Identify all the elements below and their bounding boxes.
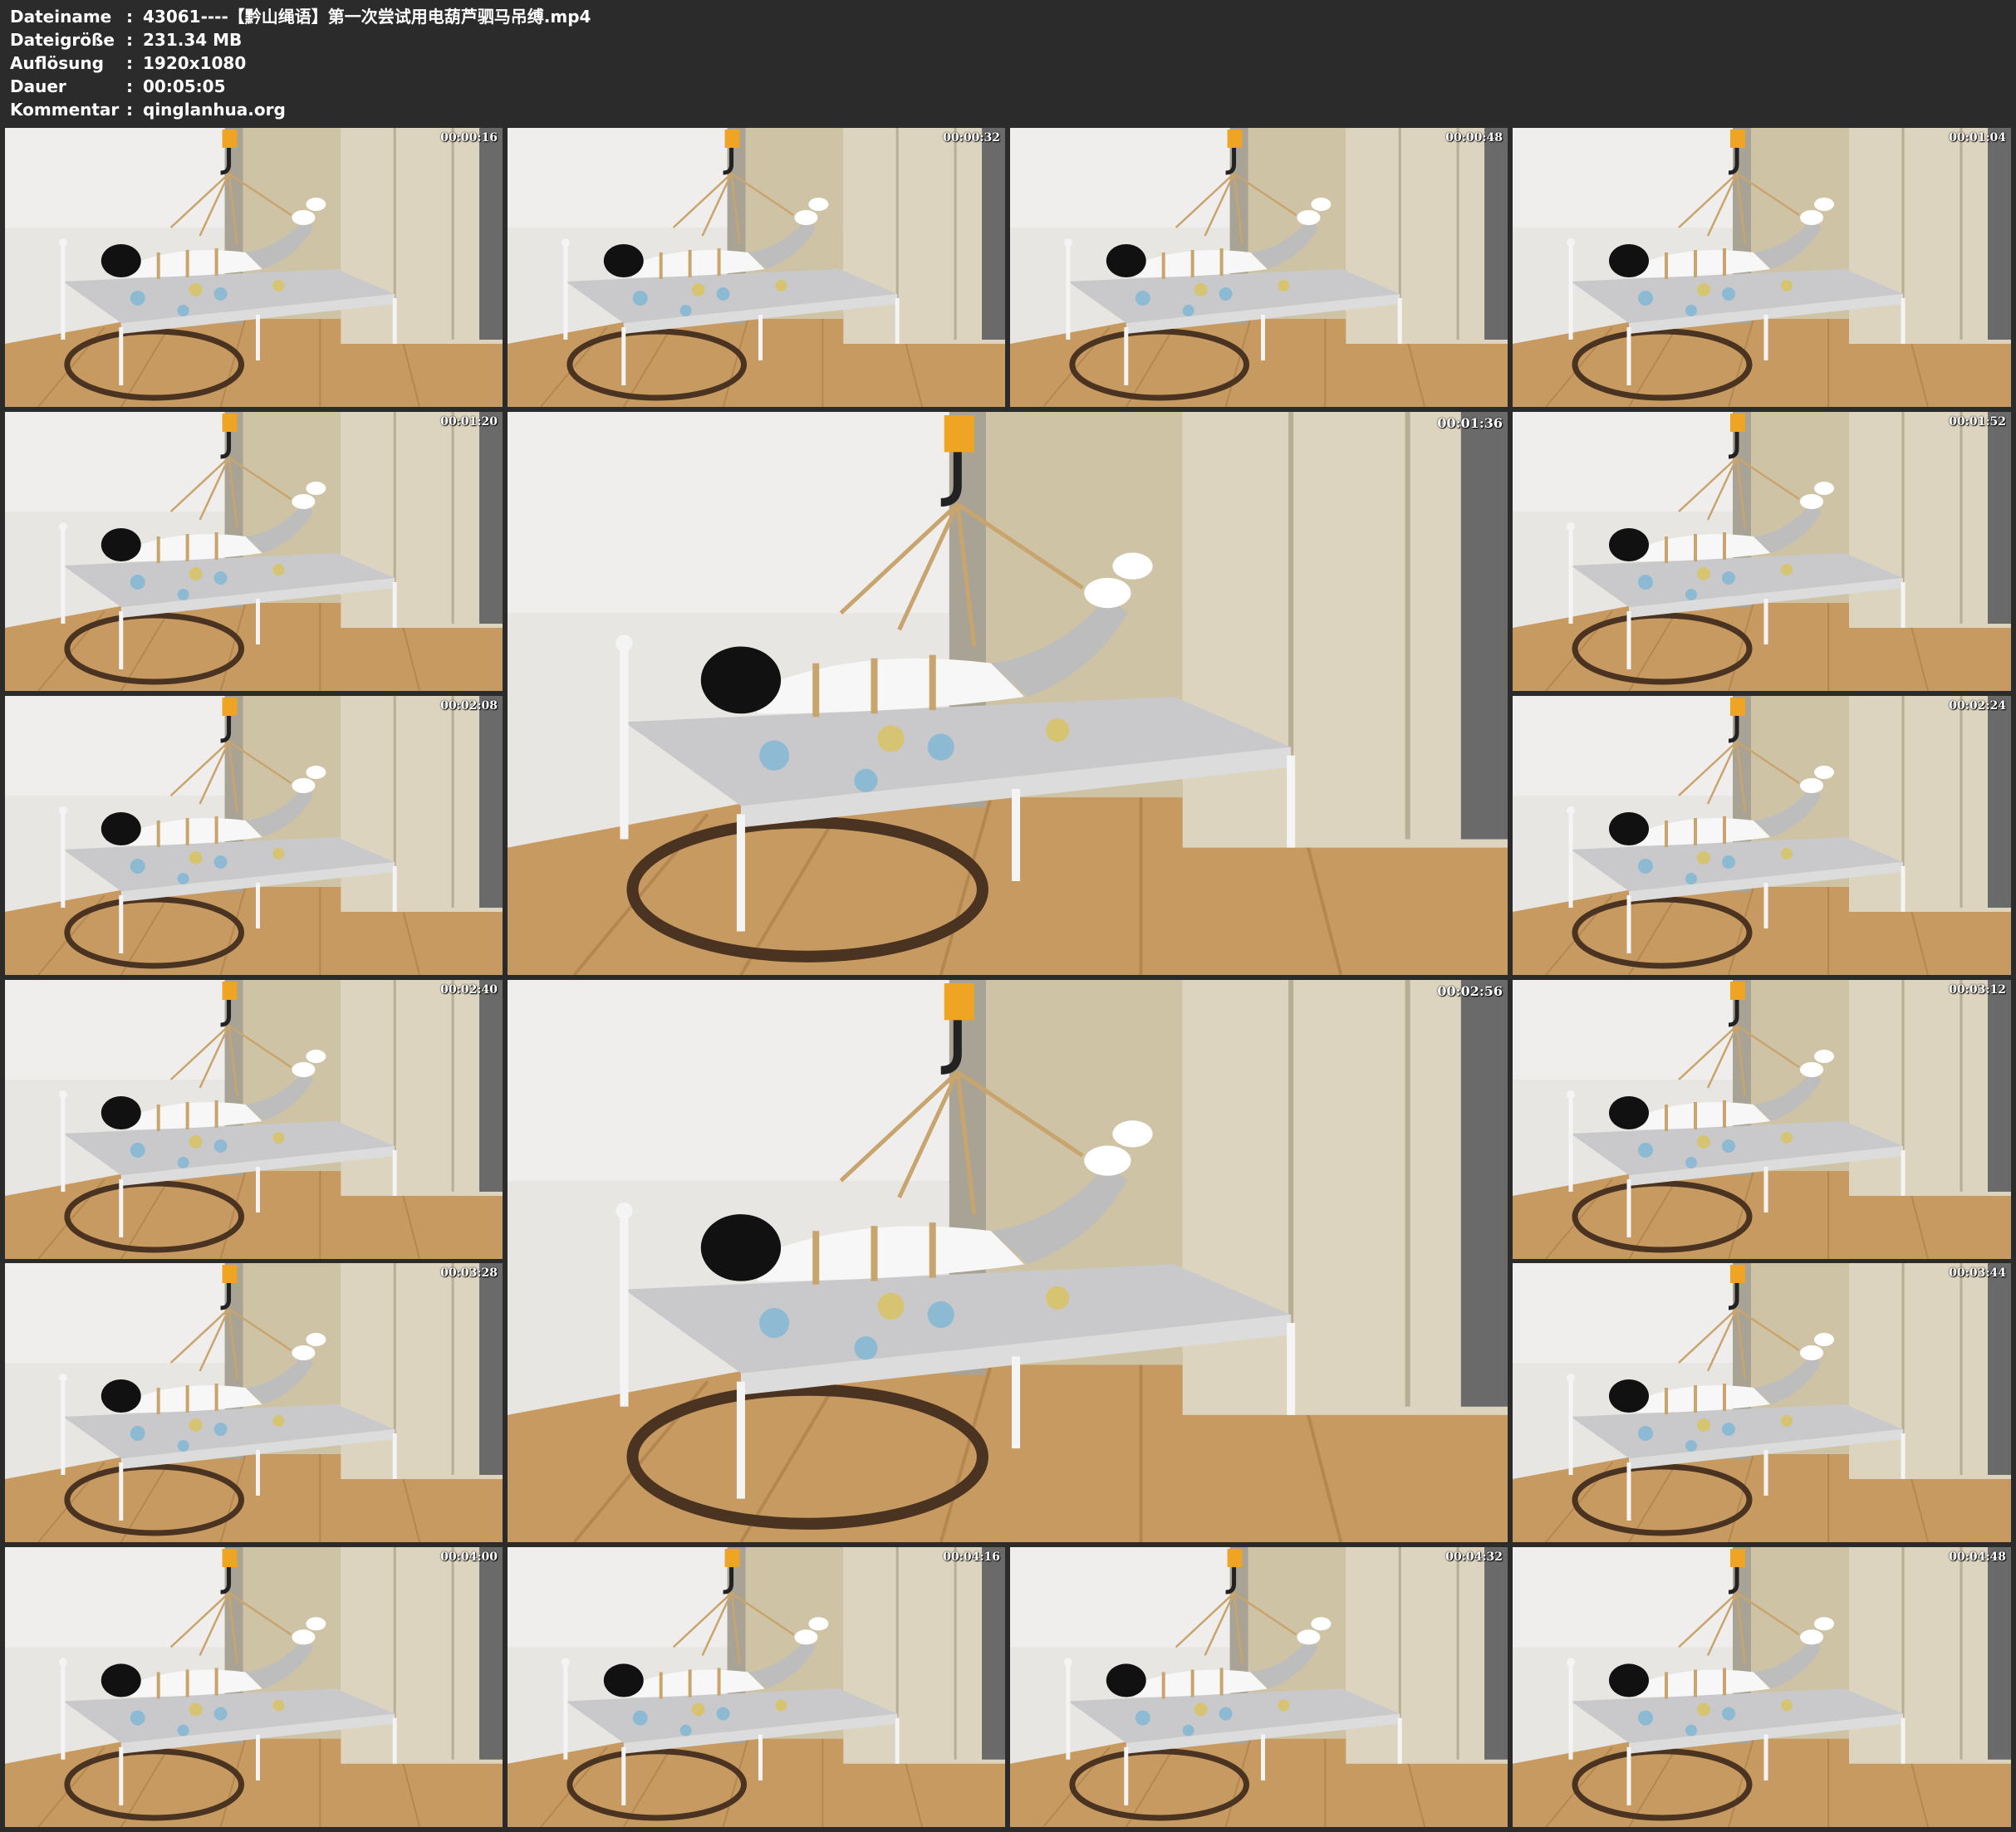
timestamp: 00:03:12	[1949, 983, 2006, 997]
thumbnail[interactable]: 00:02:40	[5, 980, 503, 1259]
timestamp: 00:03:28	[440, 1266, 498, 1280]
thumbnail-scene	[1010, 1547, 1508, 1827]
thumbnail[interactable]: 00:02:24	[1513, 696, 2011, 975]
thumbnail-scene	[1513, 696, 2011, 975]
timestamp: 00:02:24	[1949, 699, 2006, 713]
thumbnail-grid: 00:00:16 00:00:32 00:00:48 00:01:04 00:0…	[0, 0, 2016, 1832]
timestamp: 00:00:16	[440, 131, 498, 145]
thumbnail-scene	[5, 1263, 503, 1542]
thumbnail-large[interactable]: 00:02:56	[508, 980, 1508, 1542]
thumbnail[interactable]: 00:04:16	[508, 1547, 1005, 1827]
thumbnail[interactable]: 00:03:44	[1513, 1263, 2011, 1542]
timestamp: 00:04:32	[1445, 1550, 1503, 1564]
timestamp: 00:02:56	[1437, 983, 1503, 999]
thumbnail-scene	[5, 128, 503, 407]
timestamp: 00:01:20	[440, 415, 498, 429]
timestamp: 00:02:40	[440, 983, 498, 997]
timestamp: 00:03:44	[1949, 1266, 2006, 1280]
thumbnail[interactable]: 00:00:32	[508, 128, 1005, 407]
thumbnail-scene	[1513, 1547, 2011, 1827]
timestamp: 00:00:48	[1445, 131, 1503, 145]
thumbnail[interactable]: 00:01:20	[5, 412, 503, 691]
thumbnail[interactable]: 00:04:48	[1513, 1547, 2011, 1827]
thumbnail-scene	[1513, 1263, 2011, 1542]
thumbnail-scene	[5, 1547, 503, 1827]
timestamp: 00:04:16	[943, 1550, 1000, 1564]
thumbnail-scene	[1513, 980, 2011, 1259]
thumbnail-scene	[1513, 128, 2011, 407]
thumbnail[interactable]: 00:04:32	[1010, 1547, 1508, 1827]
timestamp: 00:00:32	[943, 131, 1000, 145]
thumbnail-scene	[5, 696, 503, 975]
thumbnail[interactable]: 00:03:28	[5, 1263, 503, 1542]
thumbnail-scene	[508, 980, 1508, 1542]
thumbnail[interactable]: 00:02:08	[5, 696, 503, 975]
thumbnail-scene	[1010, 128, 1508, 407]
thumbnail[interactable]: 00:00:48	[1010, 128, 1508, 407]
timestamp: 00:01:52	[1949, 415, 2006, 429]
timestamp: 00:02:08	[440, 699, 498, 713]
thumbnail-scene	[508, 128, 1005, 407]
thumbnail[interactable]: 00:00:16	[5, 128, 503, 407]
thumbnail[interactable]: 00:01:52	[1513, 412, 2011, 691]
thumbnail-scene	[1513, 412, 2011, 691]
timestamp: 00:04:48	[1949, 1550, 2006, 1564]
thumbnail-scene	[5, 412, 503, 691]
thumbnail[interactable]: 00:03:12	[1513, 980, 2011, 1259]
thumbnail[interactable]: 00:01:04	[1513, 128, 2011, 407]
thumbnail-large[interactable]: 00:01:36	[508, 412, 1508, 975]
thumbnail[interactable]: 00:04:00	[5, 1547, 503, 1827]
thumbnail-scene	[508, 1547, 1005, 1827]
thumbnail-scene	[5, 980, 503, 1259]
timestamp: 00:04:00	[440, 1550, 498, 1564]
thumbnail-scene	[508, 412, 1508, 975]
timestamp: 00:01:36	[1437, 415, 1503, 431]
timestamp: 00:01:04	[1949, 131, 2006, 145]
